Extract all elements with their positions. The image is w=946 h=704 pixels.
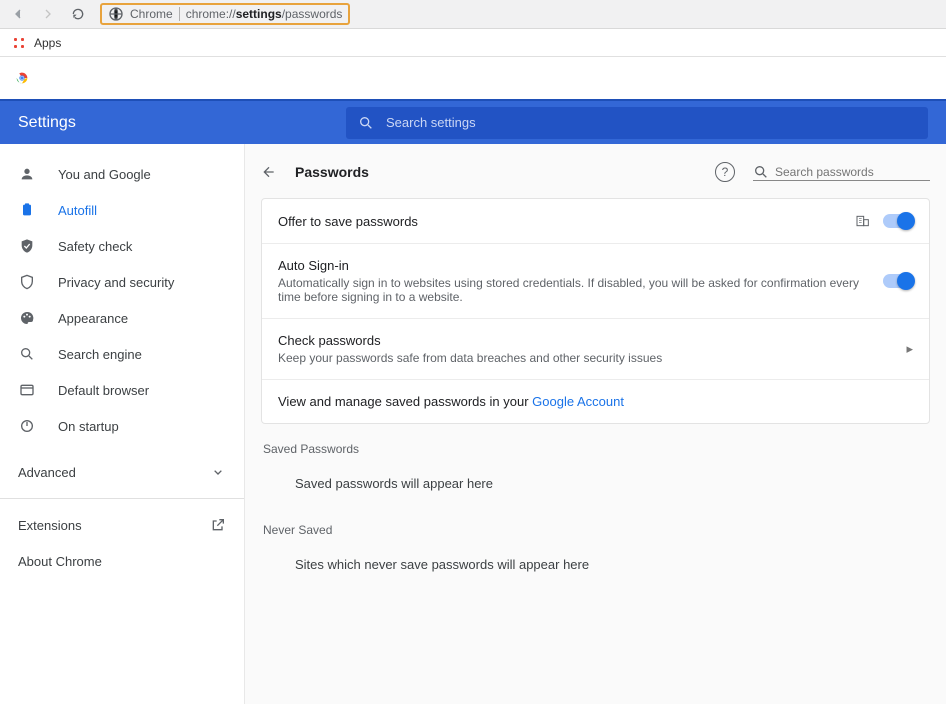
settings-title: Settings — [18, 114, 328, 132]
browser-icon — [18, 382, 36, 398]
never-saved-placeholder: Sites which never save passwords will ap… — [261, 543, 930, 586]
toggle-auto-signin[interactable] — [883, 274, 913, 288]
saved-passwords-label: Saved Passwords — [263, 442, 930, 456]
address-bar[interactable]: Chrome chrome://settings/passwords — [100, 3, 350, 25]
help-icon[interactable]: ? — [715, 162, 735, 182]
settings-header: Settings — [0, 99, 946, 144]
settings-search[interactable] — [346, 107, 928, 139]
shield-icon — [18, 274, 36, 290]
page-title: Passwords — [295, 164, 697, 180]
forward-icon[interactable] — [40, 6, 56, 22]
sidebar-item-safety-check[interactable]: Safety check — [0, 228, 244, 264]
sidebar: You and Google Autofill Safety check Pri… — [0, 144, 245, 704]
shield-check-icon — [18, 238, 36, 254]
saved-passwords-placeholder: Saved passwords will appear here — [261, 462, 930, 505]
row-view-manage: View and manage saved passwords in your … — [262, 380, 929, 423]
never-saved-label: Never Saved — [263, 523, 930, 537]
person-icon — [18, 166, 36, 182]
row-auto-signin: Auto Sign-in Automatically sign in to we… — [262, 244, 929, 319]
external-link-icon — [210, 517, 226, 533]
sidebar-item-about[interactable]: About Chrome — [0, 543, 244, 579]
tab-strip-area — [0, 57, 946, 99]
corporate-icon — [855, 213, 871, 229]
clipboard-icon — [18, 202, 36, 218]
site-icon — [108, 6, 124, 22]
sidebar-item-extensions[interactable]: Extensions — [0, 507, 244, 543]
bookmarks-bar: Apps — [0, 29, 946, 57]
settings-search-input[interactable] — [386, 115, 916, 130]
sidebar-item-default-browser[interactable]: Default browser — [0, 372, 244, 408]
chevron-right-icon: ▸ — [906, 341, 913, 357]
omnibox-scheme: Chrome — [130, 7, 173, 21]
search-passwords-input[interactable] — [775, 165, 930, 179]
apps-label[interactable]: Apps — [34, 36, 61, 50]
apps-grid-icon[interactable] — [12, 36, 26, 50]
sidebar-item-autofill[interactable]: Autofill — [0, 192, 244, 228]
toggle-offer-save[interactable] — [883, 214, 913, 228]
row-check-passwords[interactable]: Check passwords Keep your passwords safe… — [262, 319, 929, 380]
browser-toolbar: Chrome chrome://settings/passwords — [0, 0, 946, 29]
sidebar-item-advanced[interactable]: Advanced — [0, 454, 244, 490]
search-icon — [358, 115, 374, 131]
sidebar-item-on-startup[interactable]: On startup — [0, 408, 244, 444]
sidebar-item-search-engine[interactable]: Search engine — [0, 336, 244, 372]
power-icon — [18, 418, 36, 434]
back-arrow-icon[interactable] — [261, 164, 277, 180]
sidebar-item-appearance[interactable]: Appearance — [0, 300, 244, 336]
settings-card: Offer to save passwords Auto Sign-in Aut… — [261, 198, 930, 424]
sidebar-item-you-and-google[interactable]: You and Google — [0, 156, 244, 192]
chevron-down-icon — [210, 464, 226, 480]
back-icon[interactable] — [10, 6, 26, 22]
sidebar-divider — [0, 498, 244, 499]
chrome-logo-icon — [14, 70, 30, 86]
search-icon — [753, 164, 769, 180]
row-offer-save: Offer to save passwords — [262, 199, 929, 244]
main-panel: Passwords ? Offer to save passwords Auto… — [245, 144, 946, 704]
palette-icon — [18, 310, 36, 326]
omnibox-divider — [179, 7, 180, 21]
reload-icon[interactable] — [70, 6, 86, 22]
search-icon — [18, 346, 36, 362]
search-passwords[interactable] — [753, 164, 930, 181]
google-account-link[interactable]: Google Account — [532, 394, 624, 409]
sidebar-item-privacy[interactable]: Privacy and security — [0, 264, 244, 300]
